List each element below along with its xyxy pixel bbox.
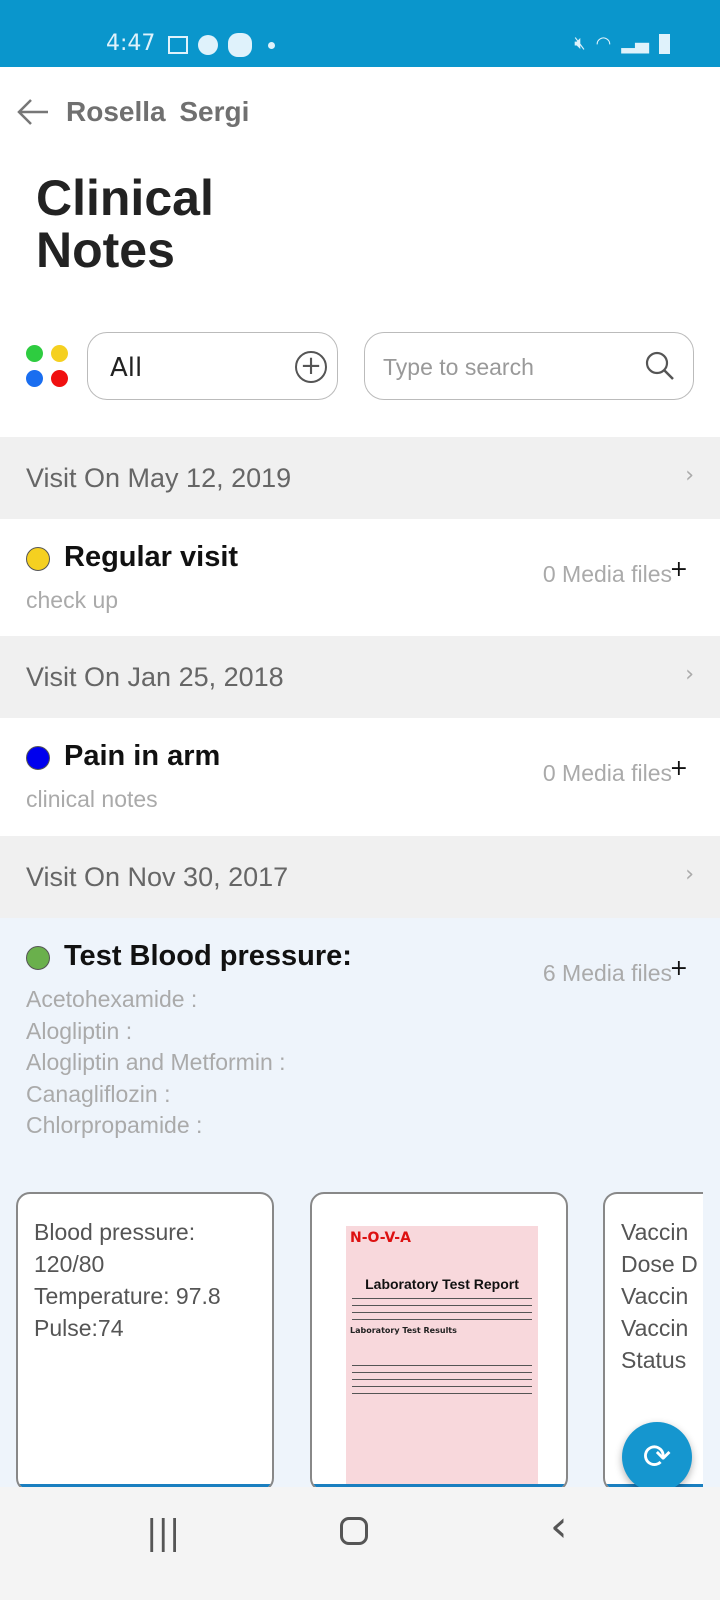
- color-dot: [26, 946, 50, 970]
- chevron-right-icon: ›: [685, 463, 694, 488]
- image-icon: [168, 36, 188, 54]
- filter-value: All: [110, 353, 143, 383]
- chevron-right-icon: ›: [685, 662, 694, 687]
- clock: 4:47: [106, 31, 156, 56]
- signal-icon: ▂▄: [621, 33, 649, 54]
- search-placeholder: Type to search: [383, 354, 534, 380]
- color-filter-icon[interactable]: [26, 345, 70, 389]
- sync-icon: ⟳: [642, 1437, 672, 1477]
- sync-button[interactable]: ⟳: [622, 1422, 692, 1492]
- visit-header[interactable]: Visit On Jan 25, 2018 ›: [0, 636, 720, 718]
- search-input[interactable]: Type to search: [364, 332, 694, 400]
- system-nav-bar: ||| ‹: [0, 1487, 720, 1600]
- chevron-right-icon: ›: [685, 862, 694, 887]
- color-dot: [26, 746, 50, 770]
- visit-note[interactable]: Regular visit check up 0 Media files +: [0, 519, 720, 636]
- add-category-icon[interactable]: +: [295, 351, 327, 383]
- page-title: Clinical Notes: [36, 170, 214, 278]
- category-filter[interactable]: All +: [87, 332, 338, 400]
- visit-header[interactable]: Visit On Nov 30, 2017 ›: [0, 836, 720, 918]
- account-icon: [198, 35, 218, 55]
- color-dot: [26, 547, 50, 571]
- add-media-icon[interactable]: +: [670, 557, 688, 582]
- home-button[interactable]: [340, 1517, 368, 1545]
- back-arrow-icon[interactable]: [16, 97, 50, 127]
- add-media-icon[interactable]: +: [670, 956, 688, 981]
- media-card-lab-report[interactable]: N-O-V-A Laboratory Test Report Laborator…: [310, 1192, 568, 1492]
- dot-icon: [268, 41, 275, 49]
- mute-icon: 🔇︎: [574, 33, 586, 54]
- wifi-icon: ◠: [595, 33, 612, 54]
- add-media-icon[interactable]: +: [670, 756, 688, 781]
- recents-button[interactable]: |||: [146, 1513, 180, 1553]
- media-card-vitals[interactable]: Blood pressure: 120/80 Temperature: 97.8…: [16, 1192, 274, 1492]
- battery-icon: [659, 33, 670, 54]
- lab-report-thumbnail: N-O-V-A Laboratory Test Report Laborator…: [346, 1226, 538, 1490]
- patient-name: Rosella Sergi: [66, 96, 250, 127]
- back-button[interactable]: ‹: [550, 1501, 568, 1552]
- visit-note[interactable]: Pain in arm clinical notes 0 Media files…: [0, 718, 720, 836]
- visit-header[interactable]: Visit On May 12, 2019 ›: [0, 437, 720, 519]
- status-bar: 4:47 🔇︎ ◠ ▂▄: [0, 0, 720, 67]
- search-icon[interactable]: [645, 351, 675, 381]
- bubble-icon: [228, 33, 252, 57]
